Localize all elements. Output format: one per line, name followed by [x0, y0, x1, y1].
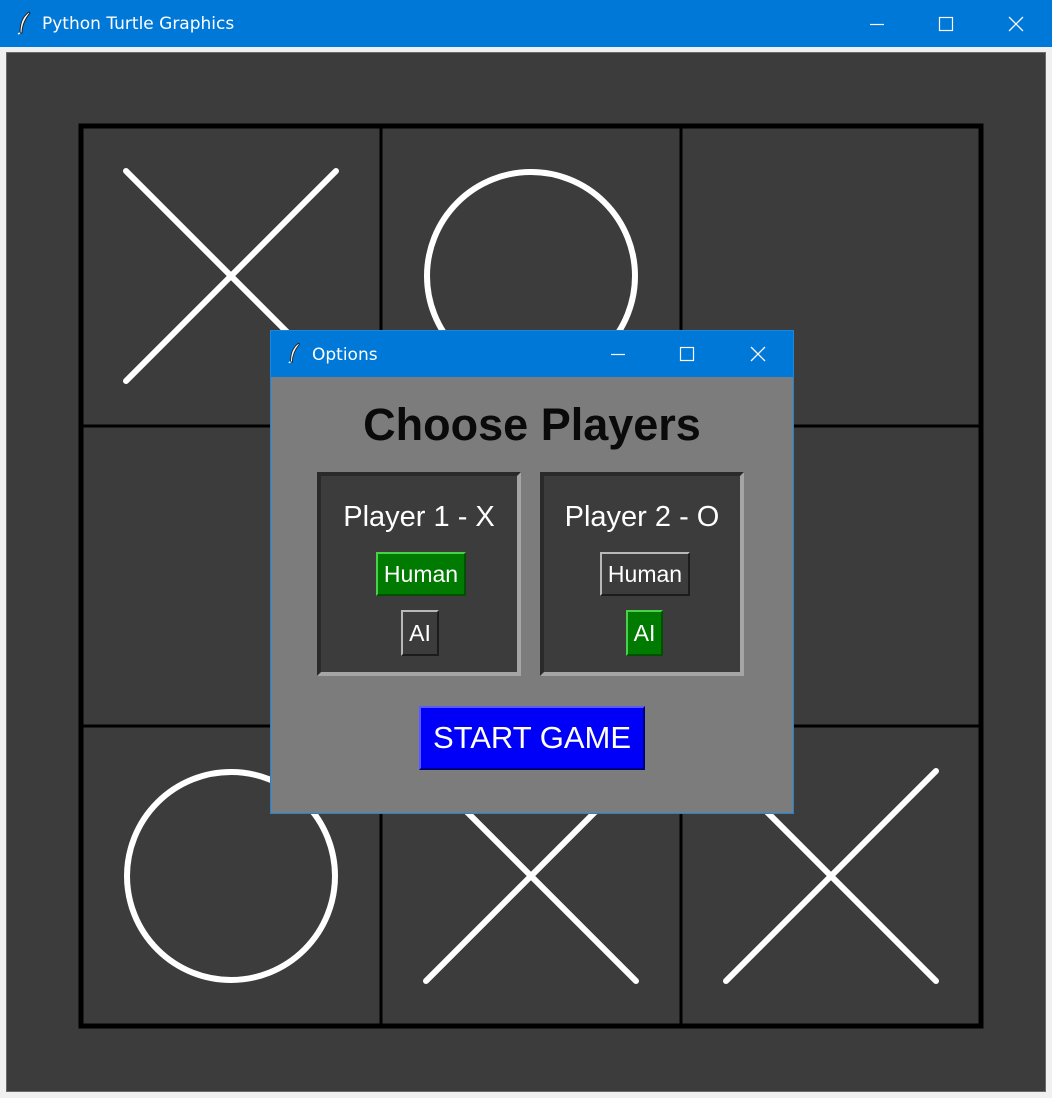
dialog-minimize-button[interactable]: [583, 331, 653, 377]
minimize-button[interactable]: [842, 0, 912, 47]
player-1-human-button[interactable]: Human: [376, 552, 466, 596]
player-1-panel: Player 1 - X Human AI: [317, 472, 521, 676]
main-titlebar: Python Turtle Graphics: [0, 0, 1052, 47]
close-icon: [1008, 16, 1024, 31]
player-1-ai-button[interactable]: AI: [401, 610, 439, 656]
close-button[interactable]: [981, 0, 1051, 47]
feather-icon: [17, 11, 31, 35]
dialog-close-button[interactable]: [723, 331, 793, 377]
maximize-icon: [938, 16, 954, 31]
player-2-human-button[interactable]: Human: [600, 552, 690, 596]
choose-players-heading: Choose Players: [363, 399, 701, 450]
minimize-icon: [870, 23, 884, 25]
feather-icon: [288, 342, 301, 364]
minimize-icon: [611, 353, 625, 356]
player-2-ai-button[interactable]: AI: [626, 610, 663, 656]
options-dialog: Options Choose Players Player 1 - X Huma…: [270, 330, 794, 814]
dialog-titlebar: Options: [271, 331, 793, 377]
maximize-button[interactable]: [911, 0, 981, 47]
window-title: Python Turtle Graphics: [42, 14, 235, 34]
close-icon: [750, 346, 766, 362]
player-1-label: Player 1 - X: [343, 501, 495, 533]
dialog-title: Options: [312, 345, 378, 365]
start-game-button[interactable]: START GAME: [419, 706, 645, 770]
maximize-icon: [679, 346, 695, 362]
player-2-label: Player 2 - O: [564, 501, 720, 533]
player-2-panel: Player 2 - O Human AI: [540, 472, 744, 676]
dialog-maximize-button[interactable]: [652, 331, 722, 377]
